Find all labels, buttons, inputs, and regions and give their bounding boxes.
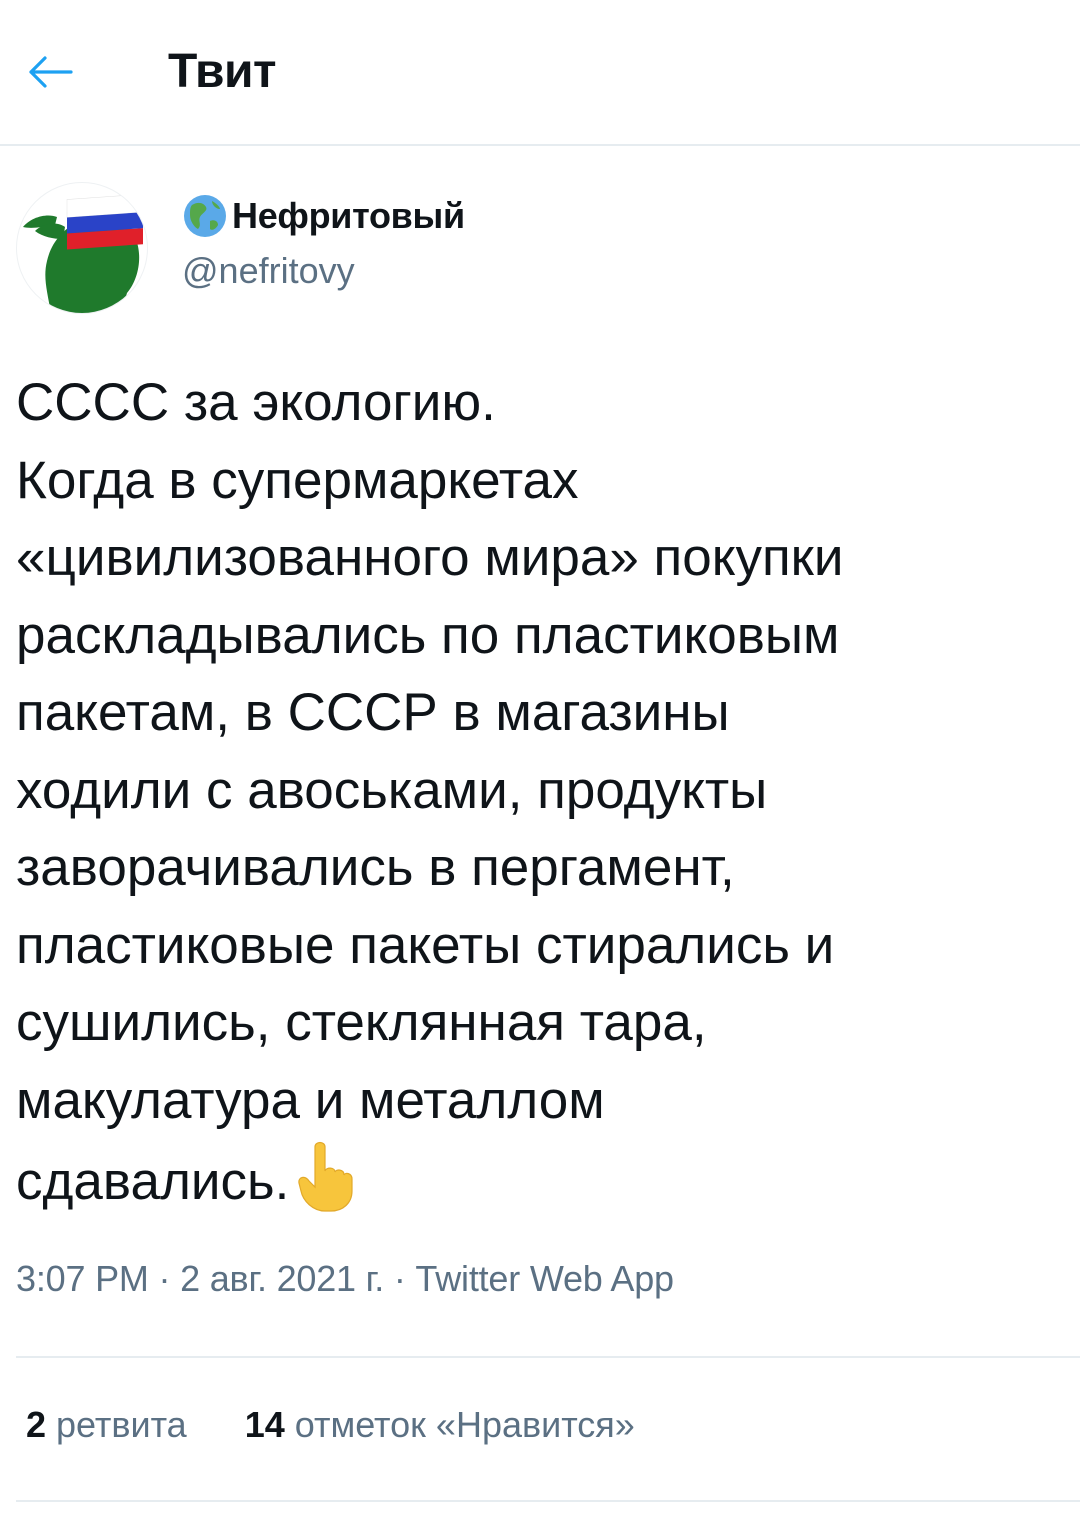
tweet-line: ходили с авоськами, продукты <box>16 760 768 820</box>
tweet-time[interactable]: 3:07 PM <box>16 1258 149 1299</box>
likes-stat[interactable]: 14 отметок «Нравится» <box>245 1404 635 1446</box>
tweet-line-last: сдавались. <box>16 1139 1066 1221</box>
tweet-line: Когда в супермаркетах <box>16 450 579 510</box>
retweets-count: 2 <box>26 1404 47 1445</box>
divider <box>16 1356 1080 1358</box>
tweet-source[interactable]: Twitter Web App <box>415 1258 674 1299</box>
author-name-row[interactable]: Нефритовый <box>182 192 465 240</box>
tweet-line: СССС за экологию. <box>16 373 496 432</box>
tweet-meta: 3:07 PM · 2 авг. 2021 г. · Twitter Web A… <box>16 1258 674 1300</box>
back-button[interactable] <box>22 48 78 96</box>
tweet-line: раскладывались по пластиковым <box>16 605 840 665</box>
tweet-line: заворачивались в пергамент, <box>16 838 735 897</box>
tweet-line-text: сдавались. <box>16 1152 290 1211</box>
tweet-line: пластиковые пакеты стирались и <box>16 915 835 975</box>
globe-americas-icon <box>184 195 226 237</box>
top-bar: Твит <box>0 0 1080 146</box>
tweet-text: СССС за экологию. Когда в супермаркетах … <box>16 364 1066 1221</box>
arrow-left-icon <box>29 56 73 88</box>
tweet-line: пакетам, в СССР в магазины <box>16 683 730 742</box>
tweet-line: «цивилизованного мира» покупки <box>16 528 844 587</box>
separator: · <box>384 1258 416 1299</box>
tweet-stats: 2 ретвита 14 отметок «Нравится» <box>26 1404 635 1446</box>
rabbit-flag-avatar-icon <box>23 193 144 313</box>
divider <box>16 1500 1080 1502</box>
pointing-up-hand-icon <box>298 1141 353 1212</box>
author-handle[interactable]: @nefritovy <box>182 250 355 292</box>
tweet-date[interactable]: 2 авг. 2021 г. <box>180 1258 384 1299</box>
avatar[interactable] <box>16 182 148 314</box>
tweet-line: макулатура и металлом <box>16 1070 605 1130</box>
tweet-line: сушились, стеклянная тара, <box>16 993 707 1052</box>
likes-label: отметок «Нравится» <box>294 1404 635 1445</box>
page-title: Твит <box>168 45 277 98</box>
retweets-label: ретвита <box>56 1404 187 1445</box>
retweets-stat[interactable]: 2 ретвита <box>26 1404 187 1446</box>
likes-count: 14 <box>244 1404 285 1445</box>
separator: · <box>148 1258 181 1299</box>
author-display-name: Нефритовый <box>232 195 465 236</box>
